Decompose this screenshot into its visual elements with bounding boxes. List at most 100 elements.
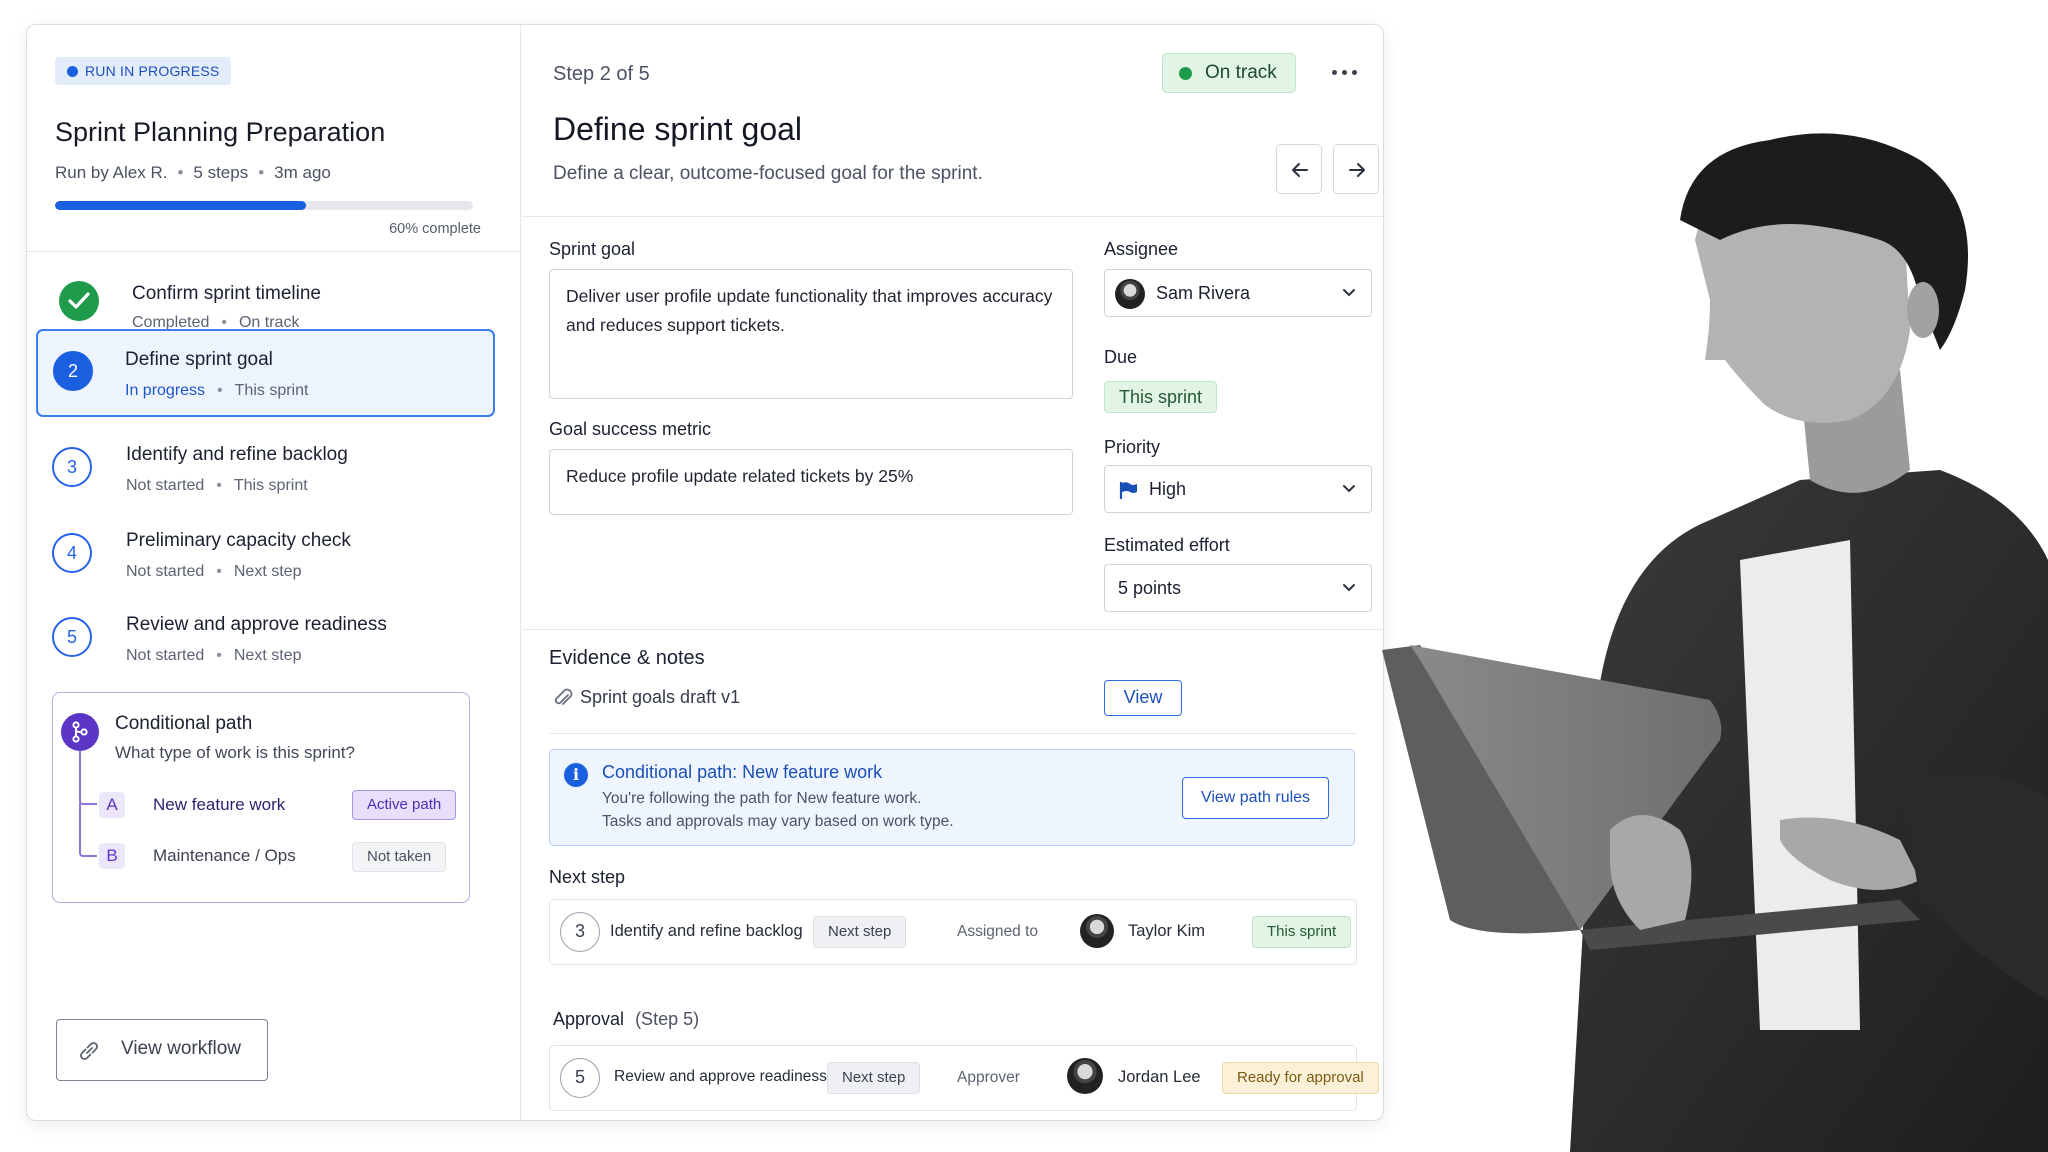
metric-label: Goal success metric: [549, 419, 712, 439]
assignee-label: Assignee: [1104, 239, 1179, 259]
chevron-down-icon: [1343, 289, 1355, 297]
option-label-new-feature[interactable]: New feature work: [153, 795, 285, 815]
option-label-maintenance[interactable]: Maintenance / Ops: [153, 846, 296, 866]
run-status-badge: RUN IN PROGRESS: [55, 57, 232, 85]
conditional-question: What type of work is this sprint?: [115, 743, 355, 762]
arrow-left-icon: [1292, 163, 1308, 177]
avatar: [1115, 279, 1145, 309]
step-item-2[interactable]: 2 Define sprint goal In progress • This sp…: [36, 329, 495, 417]
step-subtitle: In progress • This sprint: [125, 382, 309, 399]
goal-metric-field[interactable]: Reduce profile update related tickets by…: [549, 449, 1073, 515]
status-dot-icon: [67, 66, 78, 77]
not-taken-chip: Not taken: [352, 842, 447, 872]
conditional-title: Conditional path: [115, 713, 253, 734]
step-number: 3: [560, 912, 600, 952]
on-track-badge: On track: [1162, 53, 1296, 93]
next-step-row[interactable]: 3 Identify and refine backlog Next step …: [549, 899, 1357, 965]
more-options-icon[interactable]: [1332, 65, 1360, 81]
step-subtitle: Not started • This sprint: [126, 477, 308, 494]
run-meta: Run by Alex R. • 5 steps • 3m ago: [55, 163, 331, 182]
approver-label: Approver: [957, 1069, 1020, 1086]
run-by: Run by Alex R.: [55, 163, 168, 182]
approval-chip: Next step: [827, 1062, 921, 1094]
step-number: 3: [52, 447, 92, 487]
step-subtitle: Not started • Next step: [126, 563, 302, 580]
branch-connector: [79, 751, 97, 805]
next-step-button[interactable]: [1333, 144, 1379, 194]
option-letter-a: A: [99, 792, 125, 818]
conditional-path-info: i Conditional path: New feature work You…: [549, 749, 1355, 846]
arrow-right-icon: [1349, 163, 1365, 177]
divider: [522, 216, 1383, 217]
sprint-goal-label: Sprint goal: [549, 239, 636, 259]
chevron-down-icon: [1343, 485, 1355, 493]
evidence-file-name: Sprint goals draft v1: [580, 687, 741, 707]
step-title: Define sprint goal: [125, 349, 273, 370]
status-dot-icon: [1179, 67, 1192, 80]
step-counter: Step 2 of 5: [553, 63, 650, 85]
info-line: You're following the path for New featur…: [602, 790, 922, 807]
link-icon: [80, 1042, 98, 1060]
approval-status-chip: Ready for approval: [1222, 1062, 1379, 1094]
priority-select[interactable]: High: [1104, 465, 1372, 513]
priority-label: Priority: [1104, 437, 1161, 457]
due-chip: This sprint: [1104, 381, 1218, 413]
flag-icon: [1119, 482, 1137, 499]
divider: [549, 733, 1357, 734]
assignee-select[interactable]: Sam Rivera: [1104, 269, 1372, 317]
option-letter-b: B: [99, 843, 125, 869]
assigned-to-label: Assigned to: [957, 923, 1038, 940]
effort-label: Estimated effort: [1104, 535, 1230, 555]
approval-row[interactable]: 5 Review and approve readiness Next step…: [549, 1045, 1379, 1111]
completed-check-icon: [59, 281, 99, 321]
effort-select[interactable]: 5 points: [1104, 564, 1372, 612]
step-item-3[interactable]: 3 Identify and refine backlog Not starte…: [27, 427, 521, 507]
step-number: 2: [53, 351, 93, 391]
avatar: [1080, 914, 1114, 948]
approver-name: Jordan Lee: [1118, 1068, 1201, 1086]
person-with-laptop-image: [1382, 133, 2048, 1152]
conditional-path-panel: Conditional path What type of work is th…: [52, 692, 470, 903]
branch-icon: [61, 713, 99, 751]
view-evidence-button[interactable]: View: [1104, 680, 1182, 716]
progress-fill: [55, 201, 306, 210]
step-subtitle: Not started • Next step: [126, 647, 302, 664]
next-step-chip: Next step: [813, 916, 907, 948]
info-title: Conditional path: New feature work: [602, 762, 883, 782]
active-path-chip: Active path: [352, 790, 457, 820]
evidence-title: Evidence & notes: [549, 647, 705, 669]
info-icon: i: [564, 763, 588, 787]
workflow-run-card: RUN IN PROGRESS Sprint Planning Preparat…: [26, 24, 1384, 1121]
info-line: Tasks and approvals may vary based on wo…: [602, 813, 954, 830]
step-title: Confirm sprint timeline: [132, 283, 321, 304]
due-label: Due: [1104, 347, 1138, 367]
run-steps-count: 5 steps: [193, 163, 249, 182]
step-detail-title: Define sprint goal: [553, 111, 803, 147]
next-step-label: Next step: [549, 867, 626, 887]
divider: [27, 251, 521, 252]
timing-chip: This sprint: [1252, 916, 1352, 948]
step-number: 5: [560, 1058, 600, 1098]
sprint-goal-field[interactable]: Deliver user profile update functionalit…: [549, 269, 1073, 399]
view-path-rules-button[interactable]: View path rules: [1182, 777, 1329, 819]
approval-label: Approval (Step 5): [553, 1009, 700, 1029]
assignee-name: Taylor Kim: [1128, 922, 1206, 940]
avatar: [1067, 1058, 1103, 1094]
previous-step-button[interactable]: [1276, 144, 1322, 194]
approval-step-title: Review and approve readiness: [614, 1068, 827, 1085]
steps-sidebar: RUN IN PROGRESS Sprint Planning Preparat…: [27, 25, 521, 1120]
step-number: 4: [52, 533, 92, 573]
progress-label: 60% complete: [389, 221, 481, 237]
branch-connector: [79, 803, 97, 857]
view-workflow-button[interactable]: View workflow: [56, 1019, 268, 1081]
step-title: Preliminary capacity check: [126, 530, 351, 551]
divider: [522, 629, 1383, 630]
step-item-4[interactable]: 4 Preliminary capacity check Not started…: [27, 513, 521, 593]
step-title: Review and approve readiness: [126, 614, 387, 635]
step-detail-description: Define a clear, outcome-focused goal for…: [553, 163, 983, 184]
step-title: Identify and refine backlog: [126, 444, 348, 465]
step-item-5[interactable]: 5 Review and approve readiness Not start…: [27, 599, 521, 679]
run-title: Sprint Planning Preparation: [55, 117, 386, 147]
next-step-title: Identify and refine backlog: [610, 922, 803, 940]
chevron-down-icon: [1343, 584, 1355, 592]
